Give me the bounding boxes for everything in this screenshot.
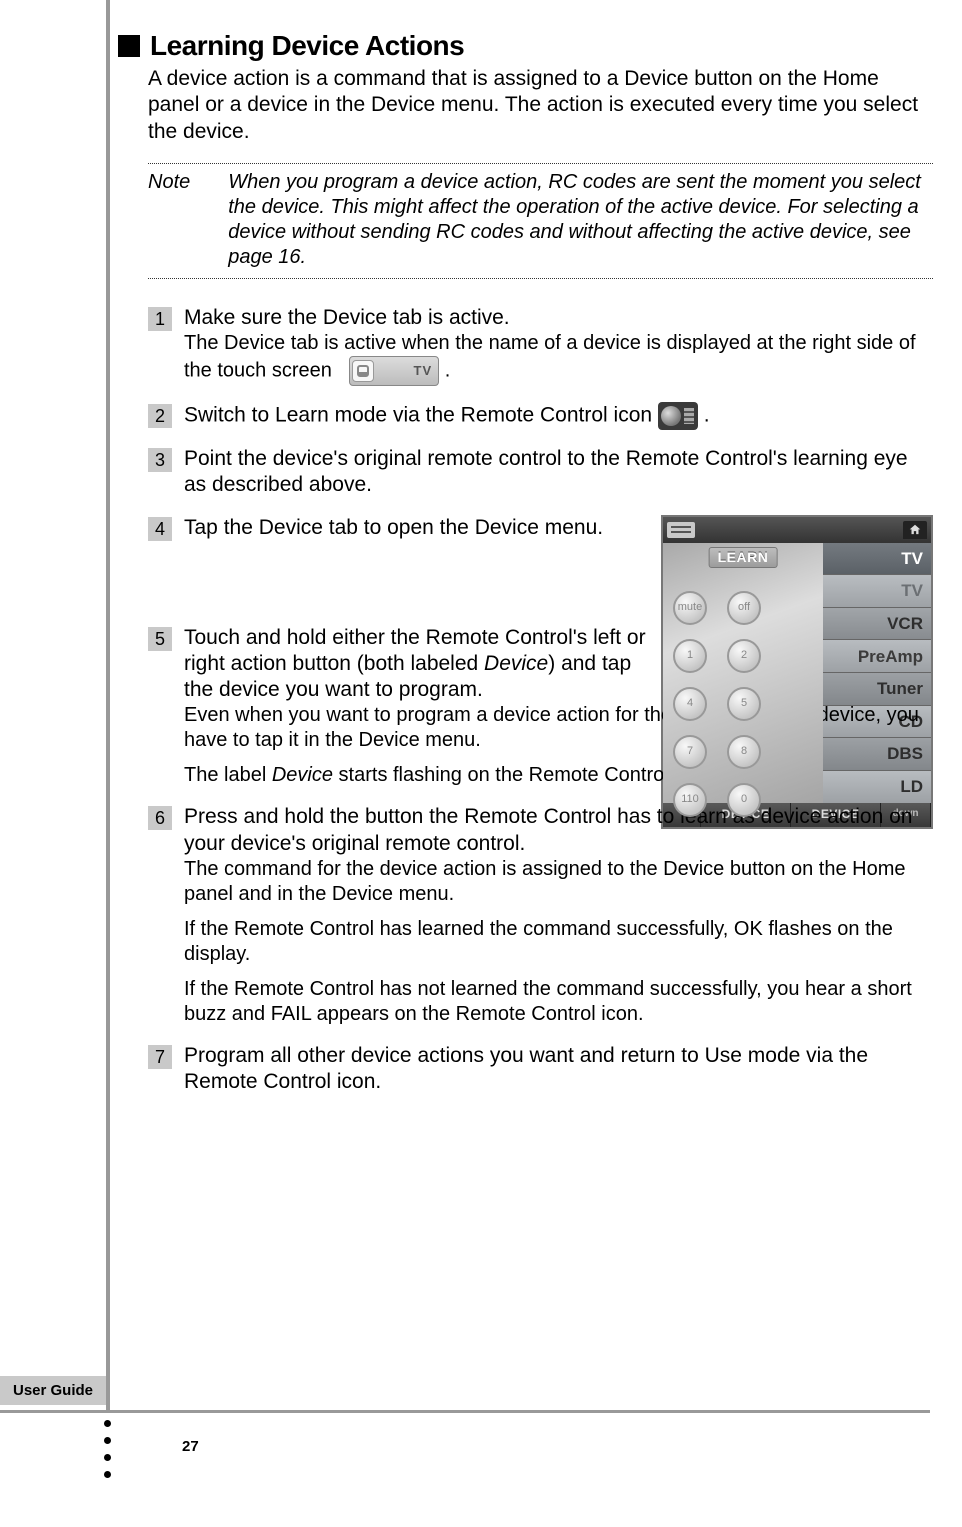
period: . — [704, 404, 710, 427]
learn-badge: LEARN — [709, 547, 778, 569]
keypad-button: off — [727, 591, 761, 625]
step-subtext-part: The Device tab is active when the name o… — [184, 332, 916, 381]
step-title: Tap the Device tab to open the Device me… — [184, 515, 647, 541]
heading-row: Learning Device Actions — [148, 30, 933, 62]
step-number: 7 — [148, 1045, 172, 1069]
keypad-button: 2 — [727, 639, 761, 673]
screenshot-top-bar — [663, 517, 931, 543]
step-subtext: The command for the device action is ass… — [184, 857, 933, 907]
note-text: When you program a device action, RC cod… — [228, 170, 933, 270]
keypad-button: mute — [673, 591, 707, 625]
step-title: Program all other device actions you wan… — [184, 1043, 933, 1096]
step-number: 5 — [148, 627, 172, 651]
step-sub-part: The label — [184, 764, 272, 786]
step-number: 6 — [148, 806, 172, 830]
heading-bullet-icon — [118, 35, 140, 57]
footer-rule — [0, 1410, 930, 1413]
period: . — [445, 359, 451, 381]
step-title: Make sure the Device tab is active. — [184, 305, 933, 331]
menu-item-tv: TV — [823, 575, 931, 608]
step-1: 1 Make sure the Device tab is active. Th… — [148, 305, 933, 386]
step-subtext: If the Remote Control has not learned th… — [184, 977, 933, 1027]
device-tab-icon: TV — [349, 356, 440, 386]
step-title: Press and hold the button the Remote Con… — [184, 804, 933, 857]
keypad-button: 5 — [727, 687, 761, 721]
keypad-button: 4 — [673, 687, 707, 721]
step-title: Switch to Learn mode via the Remote Cont… — [184, 402, 933, 430]
footer-user-guide-label: User Guide — [0, 1376, 106, 1405]
step-6: 6 Press and hold the button the Remote C… — [148, 804, 933, 1027]
page-content: Learning Device Actions A device action … — [148, 30, 933, 1095]
step-subtext: The Device tab is active when the name o… — [184, 331, 933, 386]
step-number: 1 — [148, 307, 172, 331]
step-number: 2 — [148, 404, 172, 428]
home-icon — [903, 521, 927, 539]
tab-glyph-icon — [352, 360, 374, 382]
step-title: Touch and hold either the Remote Control… — [184, 625, 654, 704]
intro-paragraph: A device action is a command that is ass… — [148, 66, 933, 145]
note-block: Note When you program a device action, R… — [148, 163, 933, 279]
step-sub-em: Device — [272, 764, 333, 786]
step-sub-part: starts flashing on the Remote Control ic… — [333, 764, 717, 786]
remote-control-icon — [658, 402, 698, 430]
step-number: 4 — [148, 517, 172, 541]
step-2: 2 Switch to Learn mode via the Remote Co… — [148, 402, 933, 430]
tab-label: TV — [414, 363, 433, 379]
keypad-button: 110 — [673, 783, 707, 817]
step-subtext: If the Remote Control has learned the co… — [184, 917, 933, 967]
left-rule — [106, 0, 110, 1413]
menu-item-tv-active: TV — [823, 543, 931, 576]
note-label: Note — [148, 170, 190, 270]
page-number: 27 — [182, 1438, 199, 1455]
keypad: mute off 1 2 4 5 7 8 110 0 — [673, 591, 763, 819]
step-title-em: Device — [484, 652, 548, 675]
menu-lines-icon — [667, 522, 695, 538]
step-number: 3 — [148, 448, 172, 472]
step-title: Point the device's original remote contr… — [184, 446, 933, 499]
section-heading: Learning Device Actions — [150, 30, 464, 62]
screenshot-keypad-area: LEARN mute off 1 2 4 5 7 8 110 — [663, 543, 823, 803]
step-7: 7 Program all other device actions you w… — [148, 1043, 933, 1096]
keypad-button: 8 — [727, 735, 761, 769]
keypad-button: 1 — [673, 639, 707, 673]
steps-list: 1 Make sure the Device tab is active. Th… — [148, 305, 933, 1096]
keypad-button: 7 — [673, 735, 707, 769]
footer-dots-icon — [104, 1420, 111, 1478]
step-title-part: Switch to Learn mode via the Remote Cont… — [184, 404, 658, 427]
step-3: 3 Point the device's original remote con… — [148, 446, 933, 499]
keypad-button: 0 — [727, 783, 761, 817]
